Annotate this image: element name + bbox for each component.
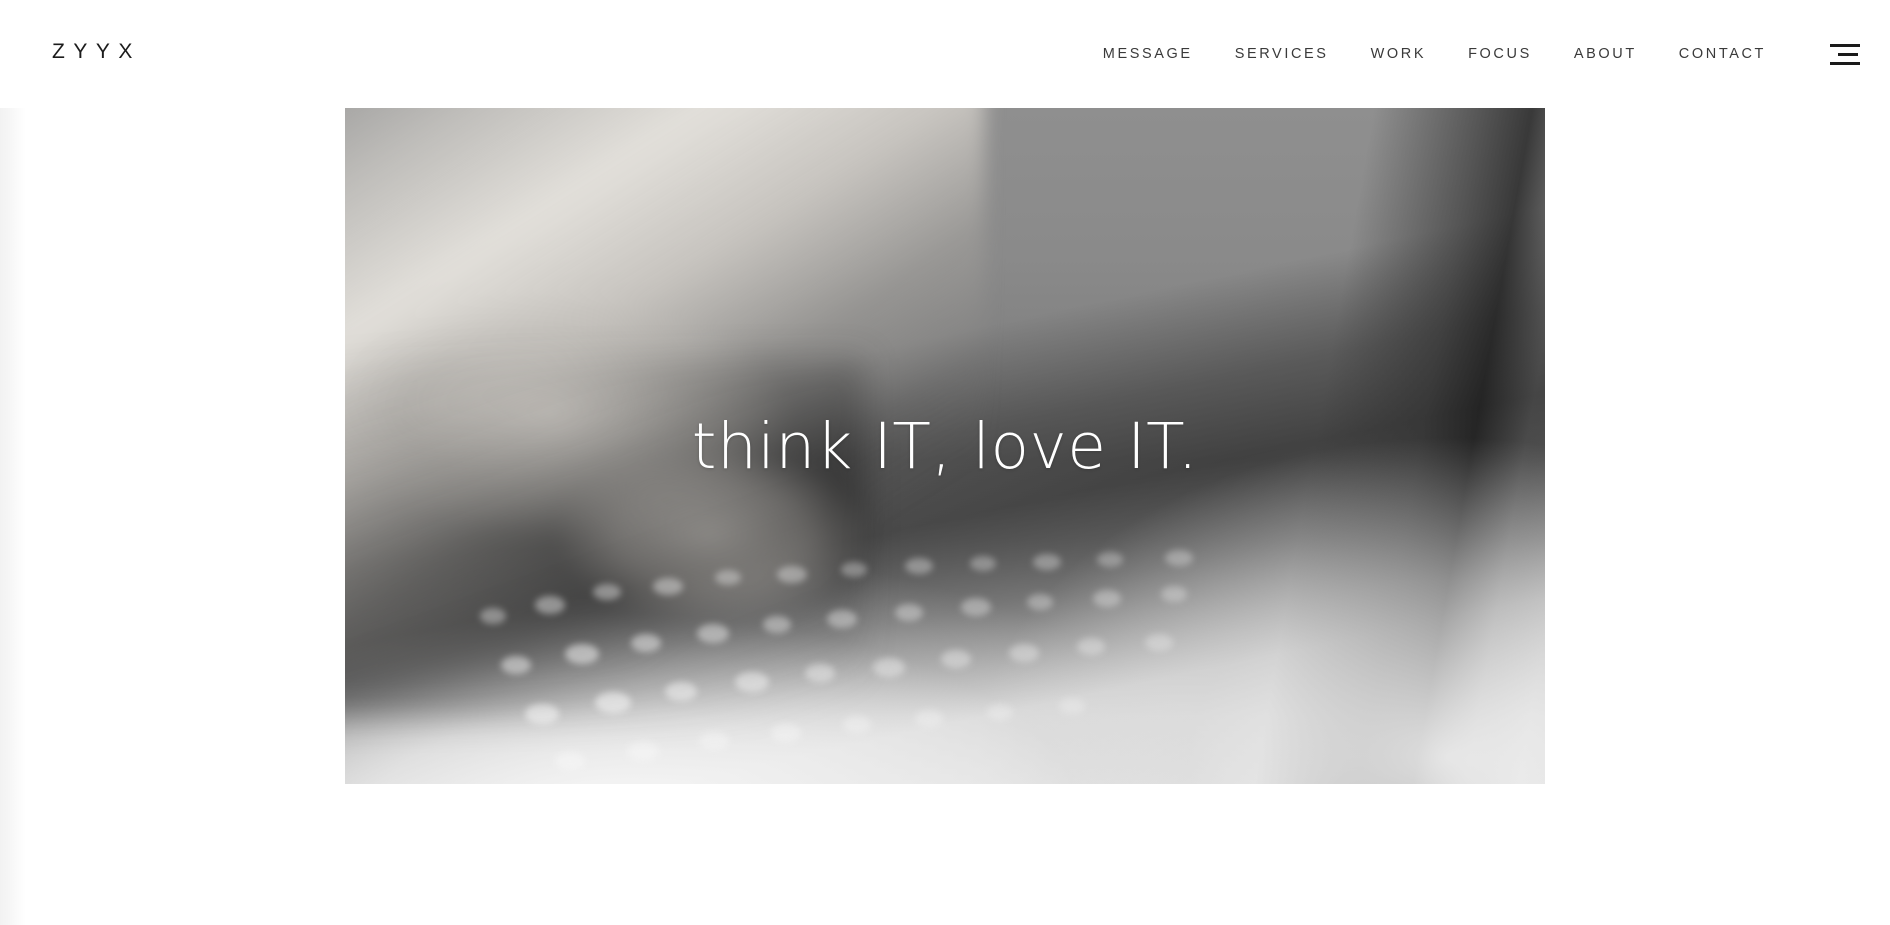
hero-headline-wrap: think IT, love IT. [345, 108, 1545, 784]
nav-item-contact[interactable]: CONTACT [1658, 36, 1787, 72]
site-header: ZYYX MESSAGE SERVICES WORK FOCUS ABOUT C… [0, 0, 1890, 108]
hamburger-bar-top [1830, 43, 1860, 47]
hamburger-bar-middle [1838, 52, 1858, 56]
nav-item-services[interactable]: SERVICES [1214, 36, 1350, 72]
hero-headline: think IT, love IT. [691, 409, 1199, 483]
nav-item-focus[interactable]: FOCUS [1447, 36, 1553, 72]
hero-banner[interactable]: think IT, love IT. [345, 108, 1545, 784]
page-root: ZYYX MESSAGE SERVICES WORK FOCUS ABOUT C… [0, 0, 1890, 925]
nav-item-about[interactable]: ABOUT [1553, 36, 1658, 72]
nav-item-work[interactable]: WORK [1350, 36, 1448, 72]
hamburger-menu-icon[interactable] [1830, 40, 1868, 68]
brand-logo[interactable]: ZYYX [52, 41, 141, 62]
left-edge-strip [0, 0, 26, 925]
main-navigation: MESSAGE SERVICES WORK FOCUS ABOUT CONTAC… [1082, 0, 1787, 108]
nav-item-message[interactable]: MESSAGE [1082, 36, 1214, 72]
hamburger-bar-bottom [1830, 61, 1860, 65]
